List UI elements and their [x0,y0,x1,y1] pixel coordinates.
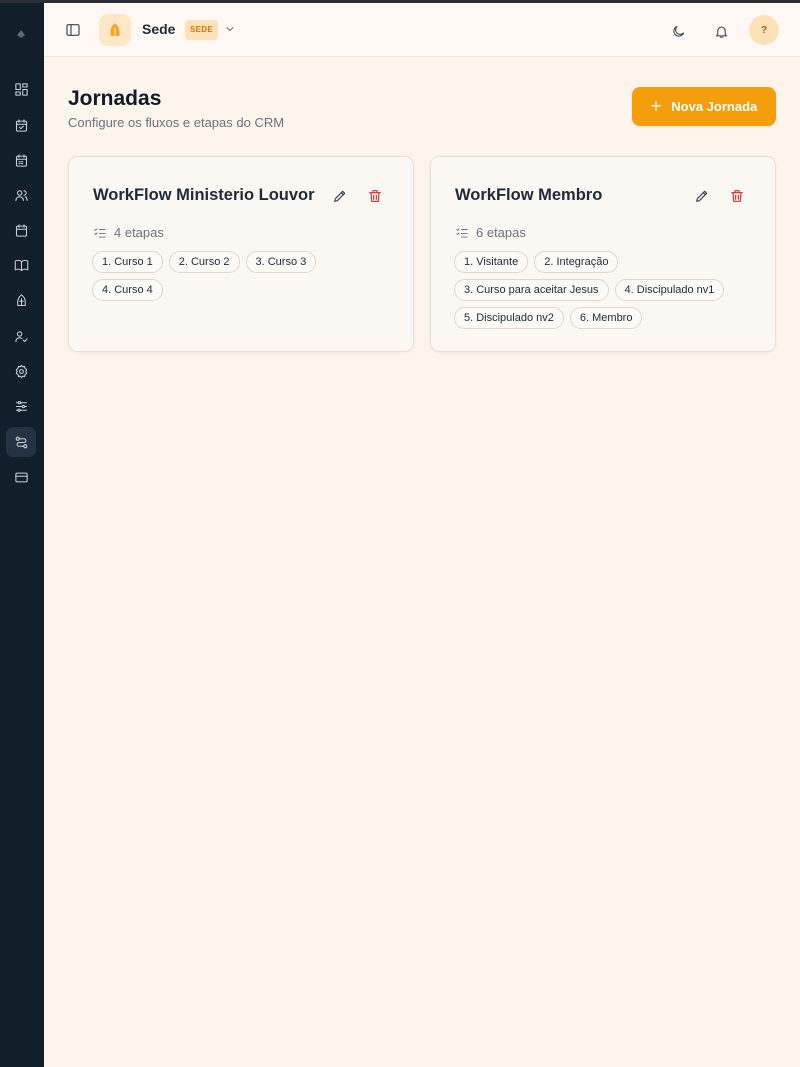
sidebar-item-courses[interactable] [6,250,36,280]
journey-title: WorkFlow Membro [455,186,603,204]
user-check-icon [14,330,28,342]
delete-journey-button[interactable] [366,187,384,205]
journey-card: WorkFlow Ministerio Louvor 4 etapas 1. C… [68,156,414,352]
sidebar [0,0,44,1067]
stage-count: 4 etapas [93,225,164,240]
list-check-icon [94,227,106,238]
stage-list: 1. Curso 1 2. Curso 2 3. Curso 3 4. Curs… [92,251,392,301]
moon-icon [672,25,684,37]
sidebar-item-settings[interactable] [6,356,36,386]
org-logo [99,14,131,46]
theme-toggle-button[interactable] [669,22,687,40]
sidebar-item-calendar[interactable] [6,145,36,175]
sidebar-item-journeys[interactable] [6,427,36,457]
stage-chip: 5. Discipulado nv2 [454,307,564,329]
stage-count-label: 4 etapas [114,225,164,240]
book-icon [14,259,28,271]
bell-icon [715,26,727,38]
notifications-button[interactable] [712,22,730,40]
stage-chip: 2. Curso 2 [168,251,240,273]
pencil-icon [334,190,346,202]
list-check-icon [456,227,468,238]
pencil-icon [696,190,708,202]
calendar-blank-icon [15,223,27,237]
page-subtitle: Configure os fluxos e etapas do CRM [68,115,285,130]
stage-chip: 3. Curso 3 [245,251,317,273]
org-switcher-dropdown[interactable] [223,22,237,36]
stage-chip: 4. Discipulado nv1 [614,279,725,301]
stage-list: 1. Visitante 2. Integração 3. Curso para… [454,251,754,329]
app-logo-icon [17,30,25,38]
sidebar-item-church[interactable] [6,285,36,315]
church-icon [16,293,26,306]
stage-count-label: 6 etapas [476,225,526,240]
user-avatar[interactable]: ? [749,15,779,45]
sidebar-toggle-icon [66,24,80,36]
stage-chip: 4. Curso 4 [92,279,163,301]
trash-icon [369,190,381,202]
edit-journey-button[interactable] [331,187,349,205]
credit-card-icon [14,472,28,482]
chevron-down-icon [226,27,234,31]
journey-card: WorkFlow Membro 6 etapas 1. Visitante 2.… [430,156,776,352]
sidebar-item-members[interactable] [6,180,36,210]
settings-icon [15,364,27,378]
org-name[interactable]: Sede [142,21,175,37]
dashboard-icon [14,82,28,96]
window-top-border [0,0,800,3]
workflow-icon [15,436,27,448]
users-icon [14,189,28,201]
page-title: Jornadas [68,87,162,110]
journey-title: WorkFlow Ministerio Louvor [93,186,315,204]
stage-chip: 2. Integração [534,251,619,273]
new-journey-button[interactable]: + Nova Jornada [632,87,776,126]
calendar-icon [15,153,27,167]
edit-journey-button[interactable] [693,187,711,205]
stage-chip: 1. Curso 1 [92,251,163,273]
sidebar-item-schedule[interactable] [6,110,36,140]
sidebar-item-attendance[interactable] [6,321,36,351]
sidebar-item-billing[interactable] [6,462,36,492]
org-type-badge: SEDE [185,20,218,40]
church-icon [110,23,120,36]
stage-count: 6 etapas [455,225,526,240]
stage-chip: 3. Curso para aceitar Jesus [454,279,609,301]
sidebar-item-events[interactable] [6,215,36,245]
toggle-sidebar-button[interactable] [64,21,82,39]
sliders-icon [15,400,27,412]
new-journey-button-label: Nova Jornada [671,99,758,114]
top-bar: Sede SEDE ? [44,3,800,57]
plus-icon: + [650,95,662,116]
stage-chip: 6. Membro [569,307,643,329]
calendar-check-icon [15,118,27,132]
trash-icon [731,190,743,202]
stage-chip: 1. Visitante [454,251,529,273]
delete-journey-button[interactable] [728,187,746,205]
sidebar-item-preferences[interactable] [6,391,36,421]
sidebar-item-dashboard[interactable] [6,74,36,104]
